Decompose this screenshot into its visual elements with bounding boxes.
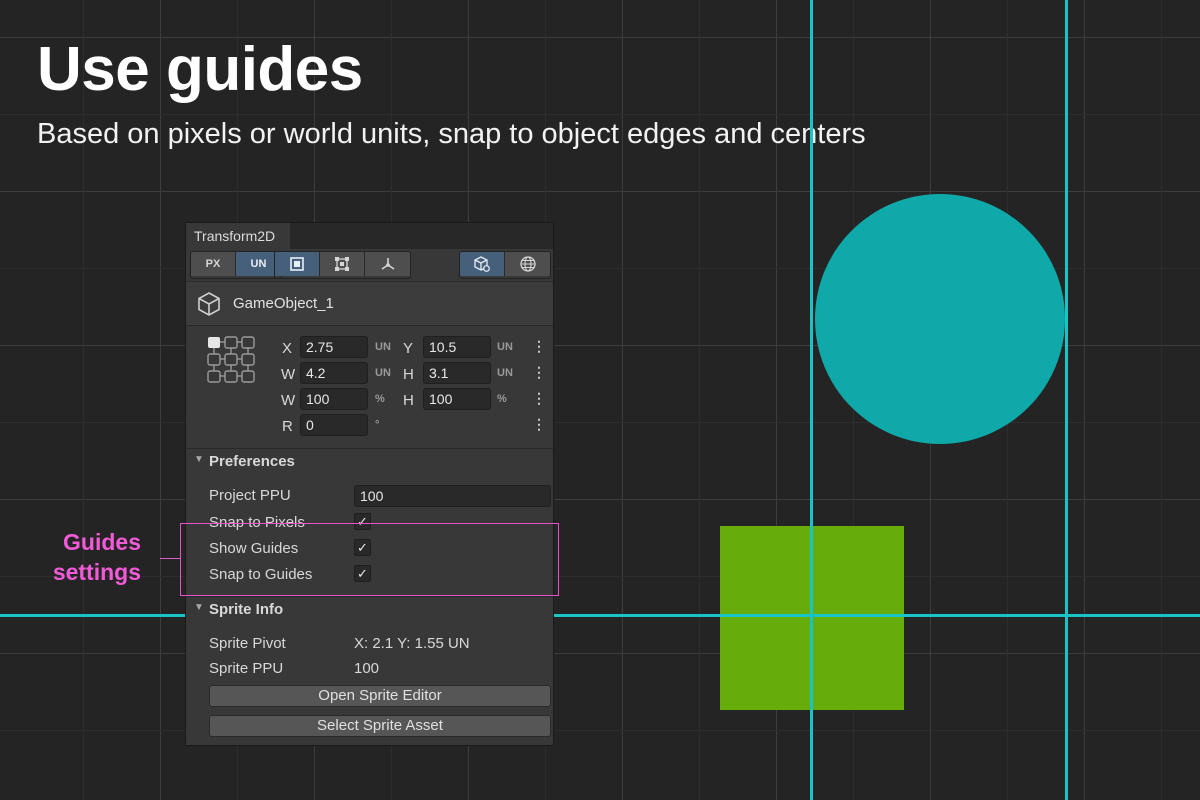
preferences-title: Preferences — [209, 453, 295, 470]
pivot-tool-icon — [381, 258, 394, 270]
w-percent-unit: % — [375, 393, 385, 405]
h-percent-input[interactable]: 100 — [423, 388, 491, 410]
vertical-guide-left[interactable] — [810, 0, 813, 800]
tool-mode-group — [274, 251, 411, 279]
x-unit: UN — [375, 341, 391, 353]
local-space-icon — [474, 256, 490, 272]
vertical-guide-right[interactable] — [1065, 0, 1068, 800]
sprite-ppu-value: 100 — [354, 660, 380, 677]
object-header: GameObject_1 — [186, 281, 553, 326]
scale-row: W 100 % H 100 % ⋮ — [186, 388, 553, 412]
w-label: W — [281, 366, 296, 383]
y-unit: UN — [497, 341, 513, 353]
space-toggle-group — [459, 251, 551, 279]
guides-settings-callout: Guides settings — [40, 527, 141, 587]
callout-connector — [160, 558, 180, 559]
h-percent-label: H — [403, 392, 414, 409]
page-subtitle: Based on pixels or world units, snap to … — [37, 118, 866, 150]
x-input[interactable]: 2.75 — [300, 336, 368, 358]
sprite-pivot-row: Sprite Pivot X: 2.1 Y: 1.55 UN — [209, 632, 539, 656]
local-space-button[interactable] — [460, 252, 505, 276]
guides-settings-highlight — [180, 523, 559, 596]
size-row: W 4.2 UN H 3.1 UN ⋮ — [186, 362, 553, 386]
bounds-tool-button[interactable] — [320, 252, 365, 276]
r-input[interactable]: 0 — [300, 414, 368, 436]
w-percent-label: W — [281, 392, 296, 409]
rotation-menu-icon[interactable]: ⋮ — [532, 416, 546, 433]
h-unit: UN — [497, 367, 513, 379]
sprite-info-title: Sprite Info — [209, 601, 284, 618]
h-percent-unit: % — [497, 393, 507, 405]
horizontal-guide[interactable] — [0, 614, 1200, 617]
w-input[interactable]: 4.2 — [300, 362, 368, 384]
h-label: H — [403, 366, 414, 383]
project-ppu-row: Project PPU 100 — [209, 484, 551, 508]
size-menu-icon[interactable]: ⋮ — [532, 364, 546, 381]
object-name: GameObject_1 — [233, 295, 334, 312]
preferences-header[interactable]: ▼ Preferences — [186, 448, 553, 472]
x-label: X — [282, 340, 293, 357]
r-unit: ° — [375, 419, 380, 431]
project-ppu-label: Project PPU — [209, 487, 291, 504]
pivot-tool-button[interactable] — [365, 252, 410, 276]
position-menu-icon[interactable]: ⋮ — [532, 338, 546, 355]
bounds-tool-icon — [335, 257, 349, 271]
project-ppu-input[interactable]: 100 — [354, 485, 551, 507]
world-space-button[interactable] — [505, 252, 550, 276]
callout-line-2: settings — [52, 559, 141, 585]
panel-tab-bar: Transform2D — [186, 223, 553, 249]
sprite-ppu-label: Sprite PPU — [209, 660, 284, 677]
rotation-row: R 0 ° ⋮ — [186, 414, 553, 438]
panel-toolbar: PX UN — [186, 249, 553, 279]
unit-toggle-group: PX UN — [190, 251, 282, 279]
sprite-info-header[interactable]: ▼ Sprite Info — [186, 596, 553, 620]
w-percent-input[interactable]: 100 — [300, 388, 368, 410]
transform2d-panel: Transform2D PX UN GameObject_1 X 2.75 UN… — [185, 222, 554, 746]
h-input[interactable]: 3.1 — [423, 362, 491, 384]
sprite-pivot-value: X: 2.1 Y: 1.55 UN — [354, 635, 470, 652]
callout-line-1: Guides — [63, 529, 141, 555]
sprite-ppu-row: Sprite PPU 100 — [209, 657, 539, 681]
w-unit: UN — [375, 367, 391, 379]
tab-transform2d[interactable]: Transform2D — [186, 223, 290, 249]
position-row: X 2.75 UN Y 10.5 UN ⋮ — [186, 336, 553, 360]
open-sprite-editor-button[interactable]: Open Sprite Editor — [209, 685, 551, 707]
scale-menu-icon[interactable]: ⋮ — [532, 390, 546, 407]
collapse-arrow-icon: ▼ — [194, 602, 204, 613]
page-title: Use guides — [37, 35, 363, 104]
sprite-pivot-label: Sprite Pivot — [209, 635, 286, 652]
y-label: Y — [403, 340, 414, 357]
rect-tool-icon — [290, 257, 304, 271]
collapse-arrow-icon: ▼ — [194, 454, 204, 465]
select-sprite-asset-button[interactable]: Select Sprite Asset — [209, 715, 551, 737]
y-input[interactable]: 10.5 — [423, 336, 491, 358]
r-label: R — [282, 418, 293, 435]
rect-tool-button[interactable] — [275, 252, 320, 276]
px-unit-button[interactable]: PX — [191, 252, 236, 276]
cyan-circle-sprite[interactable] — [815, 194, 1065, 444]
cube-icon — [198, 291, 220, 316]
world-space-icon — [519, 256, 536, 272]
